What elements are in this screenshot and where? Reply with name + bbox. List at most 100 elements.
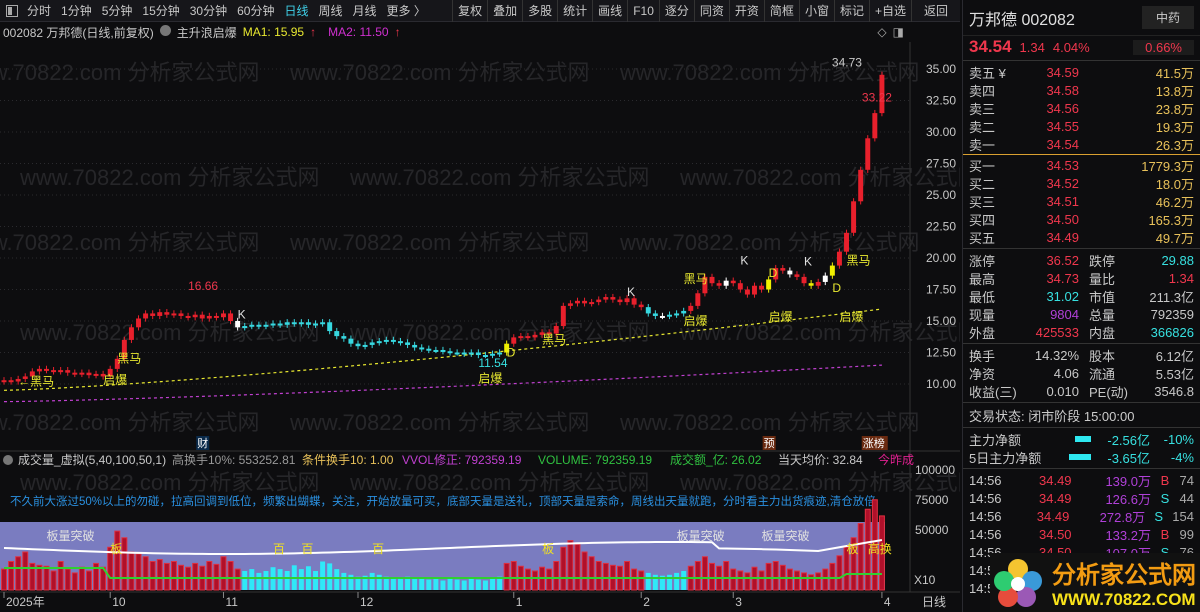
candle	[836, 251, 842, 266]
ma2-value: MA2: 11.50 ↑	[328, 25, 406, 39]
period-tab[interactable]: 30分钟	[185, 0, 232, 22]
volume-bar	[744, 572, 751, 591]
period-tab[interactable]: 分时	[22, 0, 56, 22]
tool-button[interactable]: F10	[627, 0, 659, 22]
tool-button[interactable]: 同资	[693, 0, 729, 22]
tool-button[interactable]: 多股	[522, 0, 557, 22]
period-tab[interactable]: 5分钟	[97, 0, 138, 22]
volume-bar	[149, 561, 156, 591]
candle	[150, 313, 156, 316]
flow-value: -2.56亿	[1107, 432, 1150, 448]
flow-label: 主力净额	[969, 432, 1022, 448]
site-logo: 分析家公式网 WWW.70822.COM	[990, 553, 1200, 612]
volume-bar	[135, 553, 142, 591]
indicator-settings-icon[interactable]	[159, 25, 171, 36]
candle	[192, 314, 198, 318]
window-icon[interactable]: ◨	[893, 25, 904, 39]
toolbar: 分时 1分钟 5分钟 15分钟 30分钟 60分钟 日线 周线 月线 更多 〉 复权 叠加 多股 统计画…	[0, 0, 960, 22]
tool-button[interactable]: 简框	[763, 0, 799, 22]
indicator-name[interactable]: 主升浪启爆	[177, 24, 237, 41]
stat-label: 内盘	[1089, 325, 1116, 341]
tool-button[interactable]: 逐分	[658, 0, 694, 22]
order-book-row: 卖四 34.58 13.8万	[963, 81, 1200, 99]
tool-button[interactable]: +自选	[868, 0, 911, 22]
chart-annotation: K	[238, 307, 246, 321]
period-tab[interactable]: 日线	[279, 0, 313, 22]
period-tab[interactable]: 15分钟	[137, 0, 184, 22]
ma2-up-arrow-icon: ↑	[394, 25, 401, 39]
candle	[355, 343, 361, 347]
tool-button[interactable]: 返回	[910, 0, 960, 22]
chart-annotation: 启爆	[684, 314, 708, 328]
candle	[730, 280, 736, 284]
volume-bar	[737, 570, 744, 591]
volume-bar	[694, 561, 701, 591]
chart-annotation: 启爆	[769, 310, 793, 324]
tool-button[interactable]: 复权	[452, 0, 487, 22]
price-axis-label: 10.00	[926, 377, 956, 391]
watermark: www.70822.com 分析家公式网	[0, 60, 260, 85]
stat-value: 9804	[1050, 306, 1079, 322]
price-axis-label: 32.50	[926, 94, 956, 108]
period-tab[interactable]: 1分钟	[56, 0, 97, 22]
tool-button[interactable]: 标记	[833, 0, 869, 22]
volume-bar	[836, 555, 843, 591]
volume-bar	[765, 562, 772, 591]
bid-book: 买一 34.53 1779.3万 买二 34.52 18.0万 买三 34.51 46.2万 买四…	[963, 156, 1200, 246]
period-tab[interactable]: 周线	[313, 0, 347, 22]
candle	[645, 307, 651, 314]
tool-button[interactable]: 开资	[728, 0, 764, 22]
sector-name[interactable]: 中药	[1141, 6, 1194, 29]
diamond-icon[interactable]: ◇	[877, 25, 886, 39]
volume-bar	[206, 561, 213, 591]
ma1-label: MA1: 15.95	[242, 25, 305, 39]
candle	[433, 349, 439, 352]
panel-toggle-icon[interactable]	[6, 4, 18, 17]
stat-value: 31.02	[1046, 288, 1079, 304]
level-volume: 46.2万	[1155, 194, 1194, 210]
tick-cell: 133.2万	[1105, 527, 1151, 543]
price-change: 1.34	[1019, 39, 1045, 55]
stat-value: 6.12亿	[1155, 348, 1194, 364]
x10-label: X10	[914, 573, 936, 587]
quote-stock-name: 万邦德 002082	[969, 11, 1075, 29]
stat-label: 换手	[969, 348, 996, 364]
tick-cell: B	[1160, 526, 1170, 542]
candle	[752, 285, 757, 295]
kline-chart[interactable]: www.70822.com 分析家公式网 www.70822.com 分析家公式网…	[0, 42, 960, 612]
volume-bar	[220, 556, 227, 591]
volume-bar	[475, 579, 481, 590]
volume-bar	[156, 559, 163, 591]
stats-block-2: 换手 14.32% 股本 6.12亿 净资 4.06 流通 5.53亿 收益(三) 0.010 PE…	[963, 346, 1200, 400]
level-label: 买一	[969, 158, 996, 174]
event-marker-label: 涨榜	[863, 436, 885, 450]
candle	[737, 283, 743, 290]
price-axis-label: 12.50	[926, 346, 956, 360]
candle	[829, 265, 835, 276]
volume-bar	[709, 562, 715, 591]
level-volume: 19.3万	[1155, 119, 1194, 135]
candle	[518, 336, 524, 339]
tool-button[interactable]: 画线	[592, 0, 627, 22]
period-tab[interactable]: 更多 〉	[382, 0, 431, 22]
volume-header-extra: 今昨成	[878, 452, 914, 467]
stat-row: 涨停 36.52 跌停 29.88	[963, 251, 1200, 269]
tool-button[interactable]: 小窗	[798, 0, 834, 22]
volume-bar	[510, 561, 517, 591]
volume-bar	[390, 577, 396, 590]
tick-cell: 34.49	[1039, 490, 1072, 506]
volume-settings-icon[interactable]	[3, 455, 13, 465]
tool-button[interactable]: 叠加	[487, 0, 522, 22]
candle	[65, 370, 71, 373]
period-tab[interactable]: 60分钟	[232, 0, 279, 22]
volume-bar	[412, 578, 418, 590]
candle	[603, 297, 609, 300]
tick-row: 14:56 34.49 272.8万 S 154	[963, 507, 1200, 525]
flow-pct: -10%	[1163, 431, 1194, 447]
ask-book: 卖五 ¥ 34.59 41.5万 卖四 34.58 13.8万 卖三 34.56 23.8万 卖二…	[963, 63, 1200, 153]
stat-value: 3546.8	[1154, 383, 1194, 399]
tool-button[interactable]: 统计	[557, 0, 592, 22]
order-book-row: 卖五 ¥ 34.59 41.5万	[963, 63, 1200, 81]
period-tab[interactable]: 月线	[348, 0, 382, 22]
candle	[744, 289, 750, 295]
